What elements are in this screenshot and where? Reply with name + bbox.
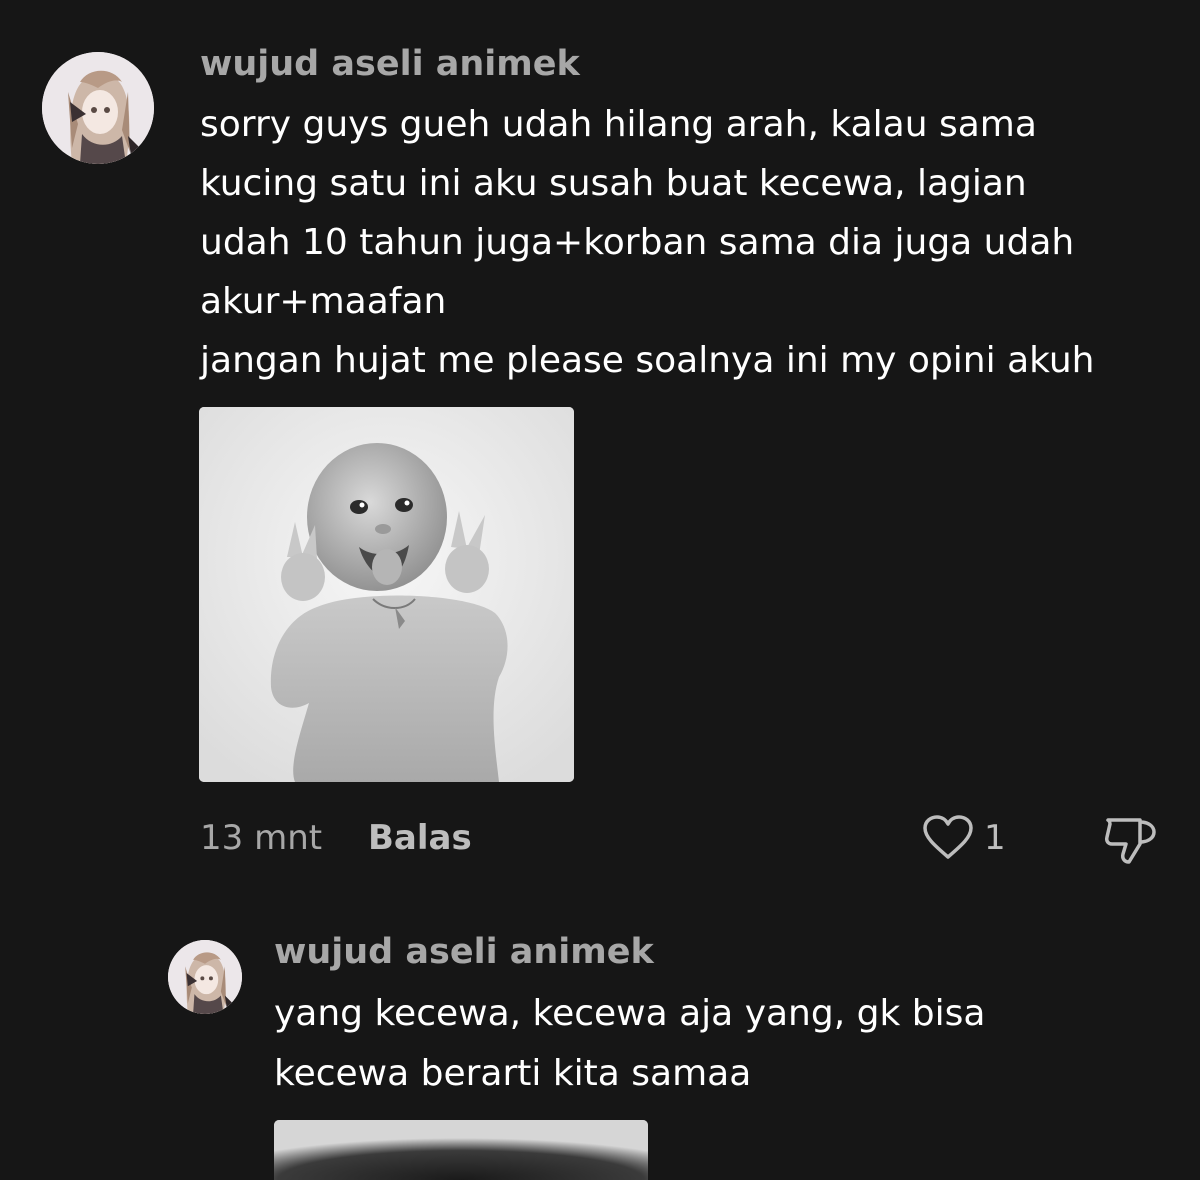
dark-photo-preview (274, 1120, 648, 1180)
reply-text-line: yang kecewa, kecewa aja yang, gk bisa (274, 993, 986, 1034)
user-avatar[interactable] (42, 52, 154, 164)
comment-timestamp: 13 mnt (200, 818, 323, 858)
reply-text-line: kecewa berarti kita samaa (274, 1053, 752, 1094)
anime-avatar-icon (168, 940, 242, 1014)
comment-text-line: udah 10 tahun juga+korban sama dia juga … (200, 222, 1075, 263)
like-button[interactable]: 1 (922, 814, 1006, 862)
comment-text-line: sorry guys gueh udah hilang arah, kalau … (200, 104, 1037, 145)
like-count: 1 (984, 818, 1006, 858)
reply-text: yang kecewa, kecewa aja yang, gk bisa ke… (274, 984, 985, 1104)
comment-attached-photo[interactable] (199, 407, 574, 782)
dislike-button[interactable] (1102, 814, 1158, 866)
comment-text-line: kucing satu ini aku susah buat kecewa, l… (200, 163, 1027, 204)
comment: wujud aseli animek sorry guys gueh udah … (0, 0, 1200, 900)
comment-text: sorry guys gueh udah hilang arah, kalau … (200, 95, 1095, 390)
comment-username[interactable]: wujud aseli animek (200, 42, 580, 86)
comment-text-line: akur+maafan (200, 281, 447, 322)
baby-photo (199, 407, 574, 782)
comment-text-line: jangan hujat me please soalnya ini my op… (200, 340, 1095, 381)
heart-icon (923, 815, 973, 859)
reply-comment: wujud aseli animek yang kecewa, kecewa a… (0, 900, 1200, 1180)
thumbs-down-icon (1105, 818, 1156, 864)
reply-attached-photo[interactable] (274, 1120, 648, 1180)
reply-button[interactable]: Balas (368, 816, 472, 860)
reply-user-avatar[interactable] (168, 940, 242, 1014)
reply-username[interactable]: wujud aseli animek (274, 930, 654, 974)
anime-avatar-icon (42, 52, 154, 164)
